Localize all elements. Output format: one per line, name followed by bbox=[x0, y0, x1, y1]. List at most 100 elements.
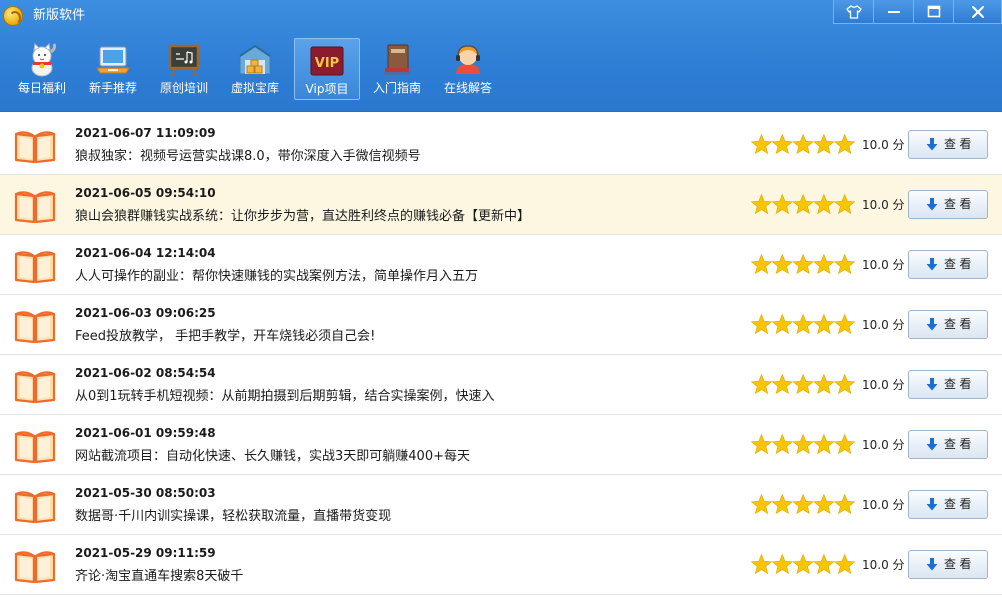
view-button[interactable]: 查 看 bbox=[908, 370, 988, 399]
minimize-icon bbox=[887, 10, 900, 13]
chalkboard-icon bbox=[168, 44, 200, 77]
item-score: 10.0 分 bbox=[862, 138, 905, 152]
star-rating bbox=[751, 194, 855, 215]
warehouse-icon bbox=[239, 44, 271, 75]
item-title[interactable]: 人人可操作的副业：帮你快速赚钱的实战案例方法，简单操作月入五万 bbox=[75, 268, 478, 285]
nav-item-newbie-recommend[interactable]: 新手推荐 bbox=[80, 38, 146, 100]
nav-label: 新手推荐 bbox=[88, 81, 137, 95]
star-icon bbox=[792, 134, 814, 155]
item-title[interactable]: 齐论·淘宝直通车搜索8天破千 bbox=[75, 568, 243, 585]
maximize-icon bbox=[927, 5, 940, 17]
item-title[interactable]: 从0到1玩转手机短视频：从前期拍摄到后期剪辑，结合实操案例，快速入 bbox=[75, 388, 495, 405]
star-icon bbox=[771, 314, 794, 335]
star-icon bbox=[751, 314, 773, 335]
star-rating bbox=[751, 314, 855, 335]
item-date: 2021-06-01 09:59:48 bbox=[75, 426, 216, 440]
view-button-label: 查 看 bbox=[944, 497, 972, 511]
star-icon bbox=[833, 554, 855, 575]
download-arrow-icon bbox=[926, 558, 938, 571]
view-button[interactable]: 查 看 bbox=[908, 430, 988, 459]
star-icon bbox=[771, 434, 794, 455]
star-icon bbox=[813, 314, 835, 335]
item-title[interactable]: 网站截流项目：自动化快速、长久赚钱，实战3天即可躺赚400+每天 bbox=[75, 448, 470, 465]
nav-label: 虚拟宝库 bbox=[230, 81, 279, 95]
star-icon bbox=[813, 494, 835, 515]
item-title[interactable]: 狼山会狼群赚钱实战系统：让你步步为营，直达胜利终点的赚钱必备【更新中】 bbox=[75, 208, 530, 225]
item-score: 10.0 分 bbox=[862, 558, 905, 572]
view-button-label: 查 看 bbox=[944, 317, 972, 331]
list-item: 2021-06-05 09:54:10 狼山会狼群赚钱实战系统：让你步步为营，直… bbox=[0, 175, 1002, 235]
view-button[interactable]: 查 看 bbox=[908, 190, 988, 219]
item-date: 2021-06-03 09:06:25 bbox=[75, 306, 216, 320]
main-nav: 每日福利 新手推荐 原创培训 虚拟宝库 VIP Vip项目 入门指南 在线解答 bbox=[0, 38, 520, 100]
star-rating bbox=[751, 494, 855, 515]
star-icon bbox=[751, 434, 773, 455]
open-book-icon bbox=[14, 311, 56, 343]
star-icon bbox=[771, 134, 794, 155]
nav-item-daily-welfare[interactable]: 每日福利 bbox=[9, 38, 75, 100]
open-book-icon bbox=[14, 551, 56, 583]
star-icon bbox=[792, 554, 814, 575]
download-arrow-icon bbox=[926, 498, 938, 511]
star-icon bbox=[833, 134, 855, 155]
view-button[interactable]: 查 看 bbox=[908, 250, 988, 279]
star-icon bbox=[833, 254, 855, 275]
nav-item-virtual-treasury[interactable]: 虚拟宝库 bbox=[222, 38, 288, 100]
star-icon bbox=[792, 494, 814, 515]
star-icon bbox=[751, 134, 773, 155]
laptop-icon bbox=[96, 46, 130, 74]
nav-item-getting-started[interactable]: 入门指南 bbox=[364, 38, 430, 100]
nav-label: 在线解答 bbox=[443, 81, 492, 95]
maximize-button[interactable] bbox=[913, 0, 954, 24]
list-item: 2021-06-02 08:54:54 从0到1玩转手机短视频：从前期拍摄到后期… bbox=[0, 355, 1002, 415]
support-agent-icon bbox=[456, 45, 480, 74]
project-list: 2021-06-07 11:09:09 狼叔独家：视频号运营实战课8.0，带你深… bbox=[0, 115, 1002, 597]
nav-label: Vip项目 bbox=[305, 82, 349, 96]
shirt-icon bbox=[845, 4, 862, 19]
download-arrow-icon bbox=[926, 138, 938, 151]
view-button[interactable]: 查 看 bbox=[908, 130, 988, 159]
close-button[interactable] bbox=[953, 0, 1002, 24]
view-button[interactable]: 查 看 bbox=[908, 550, 988, 579]
open-book-icon bbox=[14, 371, 56, 403]
star-icon bbox=[792, 254, 814, 275]
download-arrow-icon bbox=[926, 318, 938, 331]
star-icon bbox=[771, 554, 794, 575]
star-icon bbox=[833, 434, 855, 455]
close-icon bbox=[971, 5, 984, 18]
title-bar: 新版软件 每日福利 新手推荐 原创培训 虚拟宝库 VIP Vip项目 入门指南 … bbox=[0, 0, 1002, 112]
item-title[interactable]: 数据哥·千川内训实操课，轻松获取流量，直播带货变现 bbox=[75, 508, 391, 525]
item-date: 2021-06-07 11:09:09 bbox=[75, 126, 216, 140]
item-title[interactable]: 狼叔独家：视频号运营实战课8.0，带你深度入手微信视频号 bbox=[75, 148, 421, 165]
view-button[interactable]: 查 看 bbox=[908, 490, 988, 519]
star-icon bbox=[813, 554, 835, 575]
nav-item-vip-projects[interactable]: VIP Vip项目 bbox=[294, 38, 360, 100]
list-item: 2021-06-03 09:06:25 Feed投放教学， 手把手教学，开车烧钱… bbox=[0, 295, 1002, 355]
star-icon bbox=[792, 194, 814, 215]
open-book-icon bbox=[14, 431, 56, 463]
star-icon bbox=[833, 314, 855, 335]
view-button-label: 查 看 bbox=[944, 557, 972, 571]
star-icon bbox=[792, 374, 814, 395]
lucky-cat-icon bbox=[31, 42, 57, 77]
star-rating bbox=[751, 554, 855, 575]
star-icon bbox=[813, 134, 835, 155]
star-icon bbox=[771, 194, 794, 215]
star-icon bbox=[813, 254, 835, 275]
skin-button[interactable] bbox=[833, 0, 874, 24]
minimize-button[interactable] bbox=[873, 0, 914, 24]
item-title[interactable]: Feed投放教学， 手把手教学，开车烧钱必须自己会! bbox=[75, 328, 375, 345]
list-item: 2021-06-07 11:09:09 狼叔独家：视频号运营实战课8.0，带你深… bbox=[0, 115, 1002, 175]
view-button-label: 查 看 bbox=[944, 197, 972, 211]
item-score: 10.0 分 bbox=[862, 378, 905, 392]
star-icon bbox=[813, 194, 835, 215]
nav-item-original-training[interactable]: 原创培训 bbox=[151, 38, 217, 100]
star-icon bbox=[771, 494, 794, 515]
star-icon bbox=[792, 314, 814, 335]
item-score: 10.0 分 bbox=[862, 498, 905, 512]
list-item: 2021-05-29 09:11:59 齐论·淘宝直通车搜索8天破千 10.0 … bbox=[0, 535, 1002, 595]
view-button[interactable]: 查 看 bbox=[908, 310, 988, 339]
nav-item-online-help[interactable]: 在线解答 bbox=[435, 38, 501, 100]
nav-label: 每日福利 bbox=[17, 81, 66, 95]
window-title: 新版软件 bbox=[33, 8, 86, 23]
